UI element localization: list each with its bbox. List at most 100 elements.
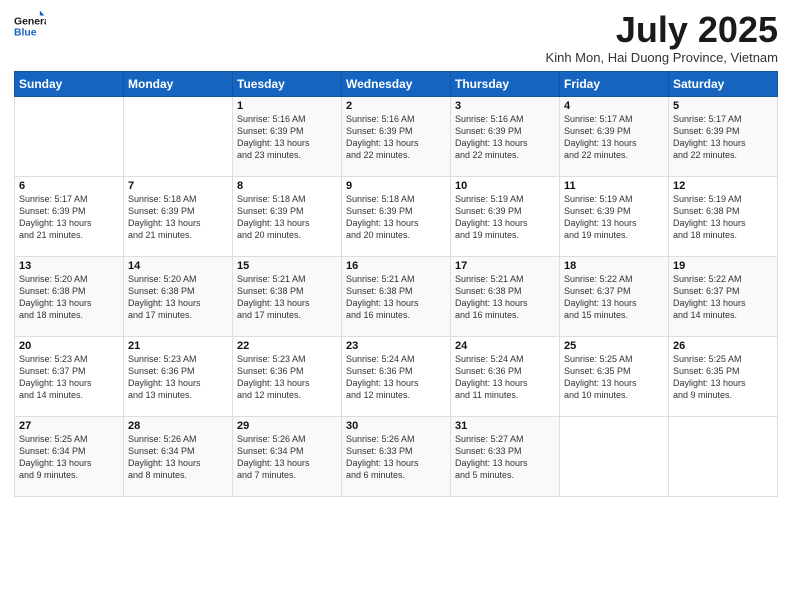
day-number: 14 [128, 260, 228, 272]
calendar-cell: 26Sunrise: 5:25 AM Sunset: 6:35 PM Dayli… [669, 336, 778, 416]
day-info: Sunrise: 5:26 AM Sunset: 6:34 PM Dayligh… [128, 433, 228, 482]
generalblue-logo-icon: General Blue [14, 10, 46, 42]
day-number: 5 [673, 100, 773, 112]
calendar-dow-friday: Friday [560, 71, 669, 96]
day-number: 27 [19, 420, 119, 432]
calendar-cell [560, 416, 669, 496]
calendar-cell: 5Sunrise: 5:17 AM Sunset: 6:39 PM Daylig… [669, 96, 778, 176]
svg-text:General: General [14, 16, 46, 27]
day-number: 7 [128, 180, 228, 192]
calendar-cell: 27Sunrise: 5:25 AM Sunset: 6:34 PM Dayli… [15, 416, 124, 496]
day-number: 12 [673, 180, 773, 192]
day-info: Sunrise: 5:25 AM Sunset: 6:34 PM Dayligh… [19, 433, 119, 482]
day-number: 10 [455, 180, 555, 192]
day-info: Sunrise: 5:20 AM Sunset: 6:38 PM Dayligh… [19, 273, 119, 322]
day-info: Sunrise: 5:18 AM Sunset: 6:39 PM Dayligh… [346, 193, 446, 242]
month-year-title: July 2025 [546, 10, 778, 50]
day-number: 29 [237, 420, 337, 432]
location-subtitle: Kinh Mon, Hai Duong Province, Vietnam [546, 50, 778, 65]
calendar-cell: 23Sunrise: 5:24 AM Sunset: 6:36 PM Dayli… [342, 336, 451, 416]
day-info: Sunrise: 5:26 AM Sunset: 6:34 PM Dayligh… [237, 433, 337, 482]
calendar-week-3: 13Sunrise: 5:20 AM Sunset: 6:38 PM Dayli… [15, 256, 778, 336]
day-number: 8 [237, 180, 337, 192]
calendar-cell: 7Sunrise: 5:18 AM Sunset: 6:39 PM Daylig… [124, 176, 233, 256]
calendar-cell: 24Sunrise: 5:24 AM Sunset: 6:36 PM Dayli… [451, 336, 560, 416]
day-info: Sunrise: 5:19 AM Sunset: 6:38 PM Dayligh… [673, 193, 773, 242]
calendar-cell: 19Sunrise: 5:22 AM Sunset: 6:37 PM Dayli… [669, 256, 778, 336]
calendar-dow-saturday: Saturday [669, 71, 778, 96]
day-number: 18 [564, 260, 664, 272]
day-number: 17 [455, 260, 555, 272]
calendar-week-1: 1Sunrise: 5:16 AM Sunset: 6:39 PM Daylig… [15, 96, 778, 176]
calendar-cell: 16Sunrise: 5:21 AM Sunset: 6:38 PM Dayli… [342, 256, 451, 336]
calendar-cell: 20Sunrise: 5:23 AM Sunset: 6:37 PM Dayli… [15, 336, 124, 416]
day-info: Sunrise: 5:19 AM Sunset: 6:39 PM Dayligh… [455, 193, 555, 242]
calendar-cell [15, 96, 124, 176]
calendar-cell: 28Sunrise: 5:26 AM Sunset: 6:34 PM Dayli… [124, 416, 233, 496]
day-info: Sunrise: 5:27 AM Sunset: 6:33 PM Dayligh… [455, 433, 555, 482]
day-info: Sunrise: 5:26 AM Sunset: 6:33 PM Dayligh… [346, 433, 446, 482]
day-info: Sunrise: 5:24 AM Sunset: 6:36 PM Dayligh… [455, 353, 555, 402]
calendar-cell: 15Sunrise: 5:21 AM Sunset: 6:38 PM Dayli… [233, 256, 342, 336]
day-number: 22 [237, 340, 337, 352]
calendar-cell [124, 96, 233, 176]
day-number: 23 [346, 340, 446, 352]
day-info: Sunrise: 5:21 AM Sunset: 6:38 PM Dayligh… [346, 273, 446, 322]
calendar-dow-tuesday: Tuesday [233, 71, 342, 96]
day-number: 3 [455, 100, 555, 112]
day-info: Sunrise: 5:19 AM Sunset: 6:39 PM Dayligh… [564, 193, 664, 242]
calendar-cell: 14Sunrise: 5:20 AM Sunset: 6:38 PM Dayli… [124, 256, 233, 336]
day-info: Sunrise: 5:24 AM Sunset: 6:36 PM Dayligh… [346, 353, 446, 402]
logo: General Blue [14, 10, 50, 42]
calendar-table: SundayMondayTuesdayWednesdayThursdayFrid… [14, 71, 778, 497]
day-info: Sunrise: 5:23 AM Sunset: 6:37 PM Dayligh… [19, 353, 119, 402]
calendar-cell: 29Sunrise: 5:26 AM Sunset: 6:34 PM Dayli… [233, 416, 342, 496]
title-block: July 2025 Kinh Mon, Hai Duong Province, … [546, 10, 778, 65]
day-info: Sunrise: 5:17 AM Sunset: 6:39 PM Dayligh… [564, 113, 664, 162]
calendar-cell: 22Sunrise: 5:23 AM Sunset: 6:36 PM Dayli… [233, 336, 342, 416]
day-number: 16 [346, 260, 446, 272]
calendar-cell: 3Sunrise: 5:16 AM Sunset: 6:39 PM Daylig… [451, 96, 560, 176]
day-info: Sunrise: 5:21 AM Sunset: 6:38 PM Dayligh… [237, 273, 337, 322]
day-info: Sunrise: 5:17 AM Sunset: 6:39 PM Dayligh… [673, 113, 773, 162]
calendar-cell: 6Sunrise: 5:17 AM Sunset: 6:39 PM Daylig… [15, 176, 124, 256]
calendar-cell: 8Sunrise: 5:18 AM Sunset: 6:39 PM Daylig… [233, 176, 342, 256]
day-info: Sunrise: 5:16 AM Sunset: 6:39 PM Dayligh… [455, 113, 555, 162]
day-number: 9 [346, 180, 446, 192]
calendar-dow-thursday: Thursday [451, 71, 560, 96]
calendar-cell: 1Sunrise: 5:16 AM Sunset: 6:39 PM Daylig… [233, 96, 342, 176]
day-info: Sunrise: 5:21 AM Sunset: 6:38 PM Dayligh… [455, 273, 555, 322]
day-number: 6 [19, 180, 119, 192]
day-info: Sunrise: 5:16 AM Sunset: 6:39 PM Dayligh… [346, 113, 446, 162]
day-number: 19 [673, 260, 773, 272]
day-number: 4 [564, 100, 664, 112]
calendar-cell: 11Sunrise: 5:19 AM Sunset: 6:39 PM Dayli… [560, 176, 669, 256]
calendar-cell: 30Sunrise: 5:26 AM Sunset: 6:33 PM Dayli… [342, 416, 451, 496]
calendar-dow-monday: Monday [124, 71, 233, 96]
calendar-week-4: 20Sunrise: 5:23 AM Sunset: 6:37 PM Dayli… [15, 336, 778, 416]
calendar-cell: 4Sunrise: 5:17 AM Sunset: 6:39 PM Daylig… [560, 96, 669, 176]
day-number: 11 [564, 180, 664, 192]
day-number: 24 [455, 340, 555, 352]
day-number: 26 [673, 340, 773, 352]
day-number: 21 [128, 340, 228, 352]
calendar-cell: 2Sunrise: 5:16 AM Sunset: 6:39 PM Daylig… [342, 96, 451, 176]
day-info: Sunrise: 5:16 AM Sunset: 6:39 PM Dayligh… [237, 113, 337, 162]
day-number: 1 [237, 100, 337, 112]
calendar-week-2: 6Sunrise: 5:17 AM Sunset: 6:39 PM Daylig… [15, 176, 778, 256]
calendar-week-5: 27Sunrise: 5:25 AM Sunset: 6:34 PM Dayli… [15, 416, 778, 496]
calendar-cell: 18Sunrise: 5:22 AM Sunset: 6:37 PM Dayli… [560, 256, 669, 336]
calendar-cell: 17Sunrise: 5:21 AM Sunset: 6:38 PM Dayli… [451, 256, 560, 336]
day-info: Sunrise: 5:25 AM Sunset: 6:35 PM Dayligh… [564, 353, 664, 402]
calendar-cell: 25Sunrise: 5:25 AM Sunset: 6:35 PM Dayli… [560, 336, 669, 416]
calendar-dow-wednesday: Wednesday [342, 71, 451, 96]
header: General Blue July 2025 Kinh Mon, Hai Duo… [14, 10, 778, 65]
day-info: Sunrise: 5:23 AM Sunset: 6:36 PM Dayligh… [237, 353, 337, 402]
day-number: 2 [346, 100, 446, 112]
day-number: 15 [237, 260, 337, 272]
day-info: Sunrise: 5:22 AM Sunset: 6:37 PM Dayligh… [564, 273, 664, 322]
calendar-cell: 12Sunrise: 5:19 AM Sunset: 6:38 PM Dayli… [669, 176, 778, 256]
day-number: 25 [564, 340, 664, 352]
day-info: Sunrise: 5:25 AM Sunset: 6:35 PM Dayligh… [673, 353, 773, 402]
day-info: Sunrise: 5:18 AM Sunset: 6:39 PM Dayligh… [128, 193, 228, 242]
